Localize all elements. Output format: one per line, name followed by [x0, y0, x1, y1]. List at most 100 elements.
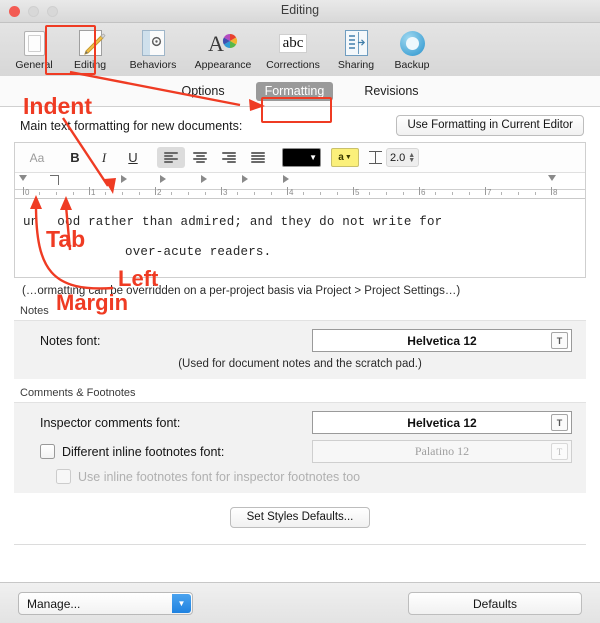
defaults-button[interactable]: Defaults: [408, 592, 582, 615]
inspector-comments-font-row: Inspector comments font: Helvetica 12 T: [14, 411, 586, 434]
first-line-indent-marker[interactable]: [50, 175, 59, 185]
preferences-window: Editing General Editing Behaviors A Appe…: [0, 0, 600, 623]
notes-font-label: Notes font:: [40, 333, 101, 348]
align-justify-icon: [251, 152, 265, 163]
preview-line-1: un ood rather than admired; and they do …: [23, 215, 443, 229]
document-preview[interactable]: un ood rather than admired; and they do …: [14, 199, 586, 278]
pencil-glyph: [83, 33, 106, 55]
inline-footnotes-font-well[interactable]: Palatino 12 T: [312, 440, 572, 463]
tab-strip: Options Formatting Revisions: [0, 76, 600, 107]
stepper-arrows-icon[interactable]: ▲ ▼: [408, 152, 415, 164]
font-picker-button[interactable]: Aa: [23, 147, 51, 168]
notes-group-title: Notes: [20, 305, 49, 317]
formatting-content: Main text formatting for new documents: …: [0, 107, 600, 583]
align-right-button[interactable]: [215, 147, 243, 168]
italic-button[interactable]: I: [90, 147, 118, 168]
tab-stop-marker[interactable]: [242, 175, 248, 183]
comments-group-title: Comments & Footnotes: [20, 387, 136, 399]
toolbar-item-behaviors[interactable]: Behaviors: [118, 27, 188, 71]
manage-popup-button[interactable]: Manage... ▼: [18, 592, 193, 615]
line-spacing-value: 2.0: [390, 151, 406, 164]
use-inline-footnotes-checkbox[interactable]: [56, 469, 71, 484]
tab-stop-marker[interactable]: [201, 175, 207, 183]
tab-options[interactable]: Options: [172, 82, 233, 101]
formatting-hint: (…ormatting can be overridden on a per-p…: [22, 285, 461, 297]
different-inline-footnotes-row: Different inline footnotes font: Palatin…: [14, 440, 586, 463]
window-title: Editing: [280, 3, 320, 17]
backup-circle-icon: [397, 28, 427, 58]
share-book-icon: [341, 28, 371, 58]
align-center-icon: [193, 152, 207, 163]
ruler-baseline: [15, 189, 585, 190]
window-titlebar: Editing: [0, 0, 600, 23]
use-inline-footnotes-row: Use inline footnotes font for inspector …: [14, 469, 586, 484]
font-picker-icon[interactable]: T: [551, 414, 568, 431]
tab-stop-marker[interactable]: [160, 175, 166, 183]
arrow-glyph: [357, 39, 365, 46]
toolbar-item-behaviors-label: Behaviors: [129, 59, 177, 71]
underline-button[interactable]: U: [119, 147, 147, 168]
abc-icon: abc: [278, 28, 308, 58]
gear-glyph: [151, 36, 161, 47]
text-color-well[interactable]: ▼: [282, 148, 321, 167]
notes-font-well[interactable]: Helvetica 12 T: [312, 329, 572, 352]
manage-label: Manage...: [27, 596, 81, 611]
font-picker-icon[interactable]: T: [551, 332, 568, 349]
toolbar-item-sharing[interactable]: Sharing: [328, 27, 384, 71]
left-margin-marker[interactable]: [19, 175, 27, 181]
inline-footnotes-font-value: Palatino 12: [414, 444, 470, 458]
toolbar-item-editing-label: Editing: [73, 59, 107, 71]
tab-stop-marker[interactable]: [283, 175, 289, 183]
align-center-button[interactable]: [186, 147, 214, 168]
text-ruler[interactable]: 0 1 2 3 4 5 6 7 8: [15, 173, 585, 199]
toolbar-item-corrections[interactable]: abc Corrections: [258, 27, 328, 71]
line-spacing-control[interactable]: 2.0 ▲ ▼: [369, 148, 420, 167]
toolbar-item-backup[interactable]: Backup: [384, 27, 440, 71]
different-inline-footnotes-label: Different inline footnotes font:: [62, 444, 225, 459]
gear-window-icon: [138, 28, 168, 58]
preview-line-2: over-acute readers.: [125, 245, 272, 259]
different-inline-footnotes-checkbox-row[interactable]: Different inline footnotes font:: [40, 444, 224, 459]
align-left-icon: [164, 152, 178, 163]
align-left-button[interactable]: [157, 147, 185, 168]
highlight-color-well[interactable]: a ▼: [331, 148, 359, 167]
align-right-icon: [222, 152, 236, 163]
line-spacing-icon: [369, 151, 382, 165]
highlight-glyph: a: [338, 152, 344, 163]
color-wheel-icon: A: [208, 28, 238, 58]
set-styles-defaults-button[interactable]: Set Styles Defaults...: [229, 507, 371, 528]
toolbar-item-editing[interactable]: Editing: [62, 27, 118, 71]
toolbar-item-backup-label: Backup: [394, 59, 430, 71]
pencil-edit-icon: [75, 28, 106, 58]
bold-button[interactable]: B: [61, 147, 89, 168]
font-picker-icon: T: [551, 443, 568, 460]
chevron-down-icon[interactable]: ▼: [172, 594, 191, 613]
different-inline-footnotes-checkbox[interactable]: [40, 444, 55, 459]
comments-footnotes-group: Comments & Footnotes Inspector comments …: [0, 387, 600, 493]
line-spacing-stepper[interactable]: 2.0 ▲ ▼: [386, 148, 420, 167]
toolbar-item-corrections-label: Corrections: [266, 59, 320, 71]
toolbar-item-general-label: General: [15, 59, 53, 71]
main-formatting-header: Main text formatting for new documents: …: [0, 107, 600, 142]
notes-subnote: (Used for document notes and the scratch…: [178, 358, 422, 370]
notes-font-row: Notes font: Helvetica 12 T: [14, 329, 586, 352]
use-inline-footnotes-label: Use inline footnotes font for inspector …: [78, 469, 361, 484]
window-bottom-bar: Manage... ▼ Defaults: [0, 582, 600, 623]
inspector-comments-font-value: Helvetica 12: [407, 415, 477, 430]
tab-stop-marker[interactable]: [121, 175, 127, 183]
tab-formatting[interactable]: Formatting: [255, 81, 334, 101]
main-formatting-label: Main text formatting for new documents:: [20, 118, 243, 133]
editing-pane: Options Formatting Revisions Main text f…: [0, 76, 600, 583]
toolbar-item-general[interactable]: General: [6, 27, 62, 71]
inspector-comments-font-well[interactable]: Helvetica 12 T: [312, 411, 572, 434]
svg-text:A: A: [208, 31, 224, 56]
right-margin-marker[interactable]: [548, 175, 556, 181]
toolbar-item-appearance[interactable]: A Appearance: [188, 27, 258, 71]
toolbar-item-appearance-label: Appearance: [194, 59, 252, 71]
use-inline-footnotes-checkbox-row[interactable]: Use inline footnotes font for inspector …: [56, 469, 360, 484]
use-formatting-in-current-editor-button[interactable]: Use Formatting in Current Editor: [396, 115, 584, 136]
tab-revisions[interactable]: Revisions: [355, 82, 427, 101]
align-justify-button[interactable]: [244, 147, 272, 168]
format-editor-box: Aa B I U ▼ a ▼ 2.0 ▲ ▼ 0 1 2 3 4 5 6 7 8: [14, 142, 586, 199]
toolbar-item-sharing-label: Sharing: [337, 59, 375, 71]
